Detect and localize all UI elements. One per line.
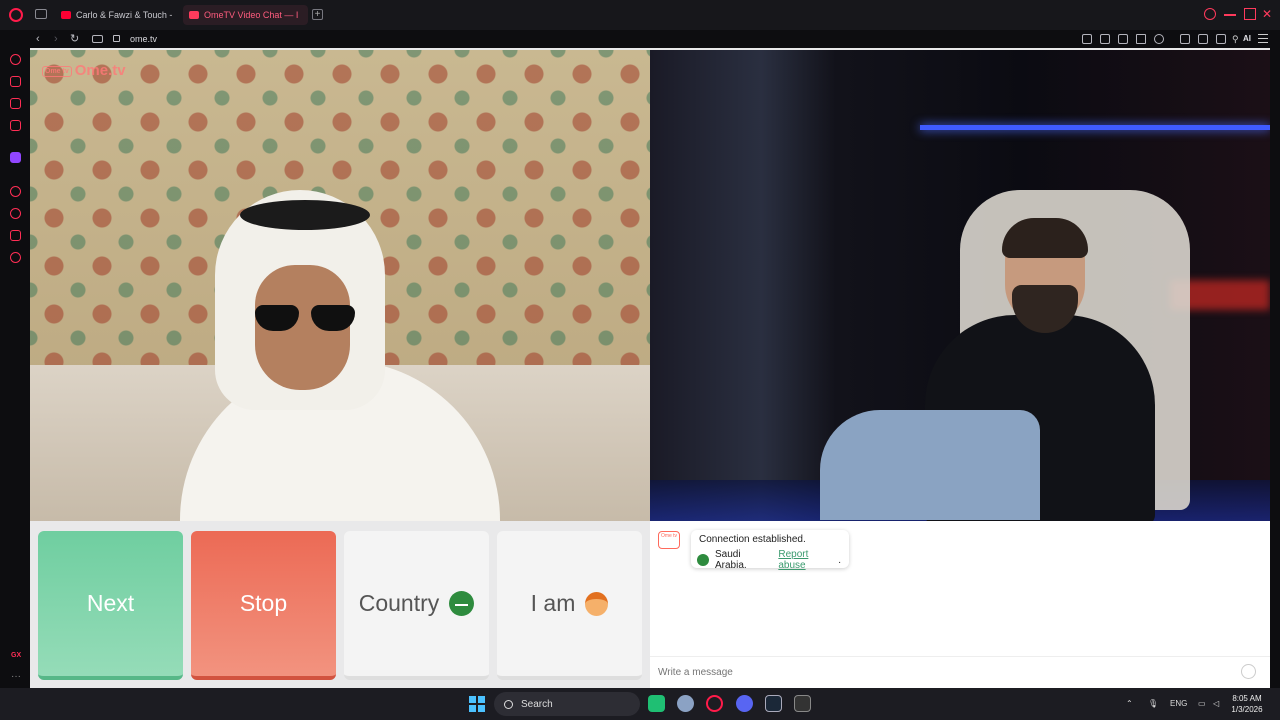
aria-icon[interactable] xyxy=(10,76,21,87)
extensions-icon[interactable] xyxy=(10,230,21,241)
player-icon[interactable] xyxy=(10,120,21,131)
ometv-icon xyxy=(189,11,199,19)
snapshot-icon[interactable] xyxy=(1100,34,1110,44)
tab-youtube[interactable]: Carlo & Fawzi & Touch - Yo xyxy=(55,5,175,25)
new-tab-button[interactable]: + xyxy=(312,9,323,20)
ometv-chat-logo-icon: Ome tv xyxy=(658,531,680,549)
stranger-agal xyxy=(240,200,370,230)
ai-button[interactable]: AI xyxy=(1243,30,1251,48)
opera-logo-icon[interactable] xyxy=(9,8,23,22)
search-icon xyxy=(504,699,513,709)
self-legs xyxy=(820,410,1040,520)
right-edge xyxy=(1270,48,1280,688)
tab-ometv[interactable]: OmeTV Video Chat — I xyxy=(183,5,308,25)
discord-app-icon[interactable] xyxy=(736,695,753,712)
video-popout-icon[interactable] xyxy=(92,35,103,43)
tab-bar: Carlo & Fawzi & Touch - Yo OmeTV Video C… xyxy=(0,0,1280,30)
partner-country: Saudi Arabia. xyxy=(715,549,747,571)
extensions-icon[interactable] xyxy=(1180,34,1190,44)
tray-overflow-icon[interactable]: ⌃ xyxy=(1126,688,1133,720)
gender-button[interactable]: I am xyxy=(497,531,642,680)
maximize-button[interactable] xyxy=(1244,8,1256,20)
chat-panel: Ome tv Connection established. Saudi Ara… xyxy=(650,521,1270,688)
forward-icon[interactable]: › xyxy=(54,30,58,48)
language-indicator[interactable]: ENG xyxy=(1170,688,1187,720)
aria-icon[interactable]: ⚲ xyxy=(1232,34,1242,44)
tab-search-icon[interactable] xyxy=(1204,8,1216,20)
stop-button[interactable]: Stop xyxy=(191,531,336,680)
twitch-icon[interactable] xyxy=(10,152,21,163)
country-button[interactable]: Country xyxy=(344,531,489,680)
network-icon[interactable]: ▭ xyxy=(1198,688,1206,720)
ometv-watermark: Ome tv Ome.tv xyxy=(42,62,126,79)
video-icon[interactable] xyxy=(10,186,21,197)
taskbar-search[interactable]: Search xyxy=(494,692,640,716)
emoji-icon[interactable] xyxy=(1241,664,1256,679)
address-bar: ‹ › ↻ ome.tv ⚲ AI xyxy=(0,30,1280,48)
url-field[interactable]: ome.tv xyxy=(130,30,157,48)
xbox-app-icon[interactable] xyxy=(648,695,665,712)
pin-icon[interactable] xyxy=(1082,34,1092,44)
sidebar: GX xyxy=(0,48,30,688)
saudi-flag-icon xyxy=(697,554,709,566)
menu-icon[interactable] xyxy=(1258,34,1268,43)
epic-games-app-icon[interactable] xyxy=(794,695,811,712)
ometv-page: Ome tv Ome.tv Next Stop Country I am Ome … xyxy=(30,48,1270,688)
wallet-icon[interactable] xyxy=(1198,34,1208,44)
self-video xyxy=(650,50,1270,521)
tab-islands-icon[interactable] xyxy=(35,9,47,19)
neon-light xyxy=(920,125,1270,130)
system-message: Connection established. Saudi Arabia. Re… xyxy=(691,530,849,571)
next-button[interactable]: Next xyxy=(38,531,183,680)
lock-icon xyxy=(113,35,120,42)
messenger-icon[interactable] xyxy=(10,98,21,109)
stranger-sunglasses xyxy=(255,305,355,333)
reload-icon[interactable]: ↻ xyxy=(70,30,79,48)
steam-app-icon[interactable] xyxy=(765,695,782,712)
report-abuse-link[interactable]: Report abuse xyxy=(778,549,838,571)
message-input[interactable] xyxy=(650,656,1270,688)
heart-icon[interactable] xyxy=(1154,34,1164,44)
opera-gx-app-icon[interactable] xyxy=(706,695,723,712)
tab-label: OmeTV Video Chat — I xyxy=(204,10,299,20)
stranger-video: Ome tv Ome.tv xyxy=(30,50,650,521)
close-button[interactable]: ✕ xyxy=(1262,8,1274,20)
tab-label: Carlo & Fawzi & Touch - Yo xyxy=(76,10,175,20)
history-icon[interactable] xyxy=(10,208,21,219)
saudi-flag-icon xyxy=(449,591,475,616)
more-icon[interactable]: ··· xyxy=(11,671,21,682)
boy-emoji-icon xyxy=(585,591,609,616)
opera-sidebar-icon[interactable] xyxy=(10,54,21,65)
connection-status: Connection established. xyxy=(699,534,806,545)
self-hair xyxy=(1002,218,1088,258)
volume-icon[interactable]: ◁ xyxy=(1213,688,1219,720)
gx-corner-button[interactable]: GX xyxy=(11,652,21,659)
start-icon[interactable] xyxy=(469,696,485,712)
youtube-icon xyxy=(61,11,71,19)
back-icon[interactable]: ‹ xyxy=(36,30,40,48)
settings-app-icon[interactable] xyxy=(677,695,694,712)
play-icon[interactable] xyxy=(1136,34,1146,44)
windows-taskbar: Search ⌃ 🎙 ENG ▭ ◁ 8:05 AM 1/3/2026 xyxy=(0,688,1280,720)
microphone-icon[interactable]: 🎙 xyxy=(1148,688,1158,720)
minimize-button[interactable] xyxy=(1224,14,1236,16)
download-icon[interactable] xyxy=(1216,34,1226,44)
clock[interactable]: 8:05 AM 1/3/2026 xyxy=(1222,693,1272,715)
settings-icon[interactable] xyxy=(10,252,21,263)
adblock-icon[interactable] xyxy=(1118,34,1128,44)
